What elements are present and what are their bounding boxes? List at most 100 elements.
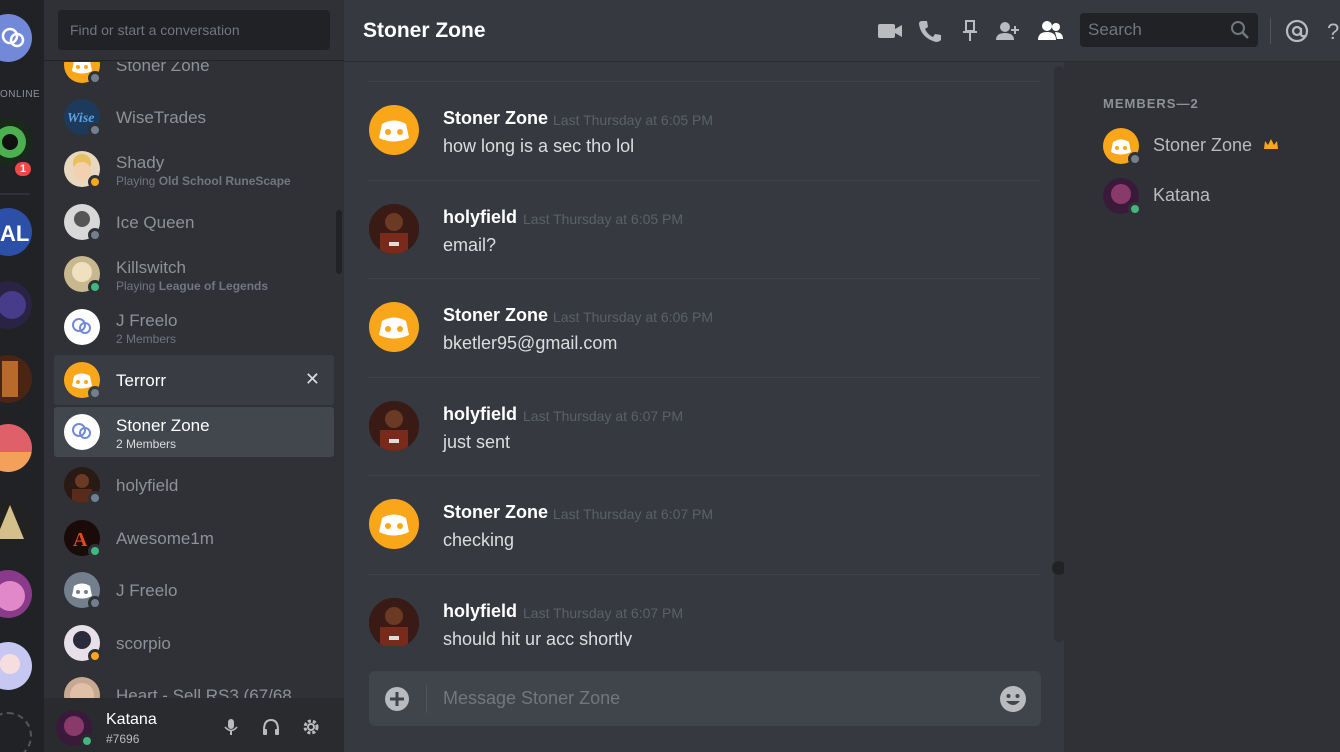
message-divider (368, 475, 1040, 476)
discord-default-avatar[interactable] (369, 499, 419, 549)
svg-text:A: A (73, 529, 88, 551)
avatar-art (369, 401, 419, 451)
search-input[interactable]: Search (1080, 13, 1258, 47)
message-author[interactable]: holyfield (443, 601, 517, 622)
user-avatar[interactable] (369, 598, 419, 646)
message-timestamp: Last Thursday at 6:05 PM (553, 112, 714, 128)
search-icon (1231, 21, 1249, 39)
voice-call-button[interactable] (917, 18, 943, 44)
close-dm-button[interactable]: ✕ (305, 370, 320, 388)
message-author[interactable]: Stoner Zone (443, 108, 548, 129)
add-friends-to-dm-button[interactable] (995, 18, 1021, 44)
add-server-button[interactable] (0, 712, 32, 752)
dm-member-count: 2 Members (116, 332, 177, 346)
emoji-picker-button[interactable] (999, 685, 1027, 713)
owner-crown-icon (1264, 139, 1278, 149)
dm-item[interactable]: Terrorr ✕ (54, 355, 334, 405)
user-avatar[interactable] (369, 401, 419, 451)
headphones-icon (263, 718, 279, 735)
dm-item[interactable]: Shady Playing Old School RuneScape (54, 144, 334, 194)
discord-logo-icon (379, 514, 409, 536)
server-icon-sunset[interactable] (0, 424, 32, 472)
activity-prefix: Playing (116, 279, 159, 293)
dm-member-count: 2 Members (116, 437, 177, 451)
server-art (0, 452, 32, 472)
message-author[interactable]: Stoner Zone (443, 502, 548, 523)
dm-item[interactable]: holyfield (54, 460, 334, 510)
message-divider (368, 574, 1040, 575)
username: Katana (106, 711, 157, 728)
user-avatar[interactable] (369, 204, 419, 254)
pinned-messages-button[interactable] (957, 18, 983, 44)
member-name: Stoner Zone (1153, 135, 1253, 155)
search-placeholder: Search (1088, 20, 1142, 39)
emoji-smile-icon (1000, 686, 1026, 712)
message-input[interactable]: Message Stoner Zone (443, 688, 620, 709)
help-button[interactable]: ? (1325, 18, 1340, 44)
headphones-button[interactable] (261, 717, 281, 737)
dm-item[interactable]: Killswitch Playing League of Legends (54, 249, 334, 299)
server-icon-warrior[interactable] (0, 355, 32, 403)
status-offline-indicator (1128, 152, 1142, 166)
message-author[interactable]: holyfield (443, 207, 517, 228)
dm-item[interactable]: Wise WiseTrades (54, 92, 334, 142)
microphone-button[interactable] (221, 717, 241, 737)
message-scrollbar-track[interactable] (1054, 66, 1064, 642)
member-list-toggle-button[interactable] (1036, 18, 1063, 44)
member-item[interactable]: Stoner Zone (1103, 126, 1333, 166)
dm-list-scrollbar[interactable] (336, 210, 342, 274)
dm-item[interactable]: A Awesome1m (54, 513, 334, 563)
dm-item[interactable]: scorpio (54, 618, 334, 668)
member-item[interactable]: Katana (1103, 176, 1333, 216)
discord-app: ONLINE 1 AL Find or start a conversation… (0, 0, 1340, 752)
discord-default-avatar[interactable] (369, 302, 419, 352)
user-settings-button[interactable] (301, 717, 321, 737)
status-idle-indicator (88, 649, 102, 663)
message-timestamp: Last Thursday at 6:06 PM (553, 309, 714, 325)
message-divider (368, 278, 1040, 279)
message-author[interactable]: Stoner Zone (443, 305, 548, 326)
dm-name: Heart - Sell RS3 (67/68 (116, 686, 292, 698)
discord-default-avatar[interactable] (369, 105, 419, 155)
server-icon-gnome[interactable] (0, 499, 32, 547)
composer-divider (426, 685, 427, 713)
phone-icon (919, 21, 941, 42)
mentions-button[interactable] (1284, 18, 1310, 44)
dm-group-item[interactable]: J Freelo 2 Members (54, 302, 334, 352)
dm-item[interactable]: Stoner Zone (54, 62, 334, 90)
chat-area: Stoner Zone Search ? Stoner Zone Last Th… (344, 0, 1340, 752)
dm-group-item-selected[interactable]: Stoner Zone 2 Members (54, 407, 334, 457)
server-icon-purple[interactable] (0, 281, 32, 329)
plus-circle-icon (385, 687, 409, 711)
members-heading: MEMBERS—2 (1103, 96, 1199, 111)
at-mention-icon (1285, 19, 1309, 43)
server-icon-pink[interactable] (0, 570, 32, 618)
group-dm-avatar (64, 309, 100, 345)
video-call-button[interactable] (877, 18, 903, 44)
dm-item[interactable]: J Freelo (54, 565, 334, 615)
server-icon-al[interactable]: AL (0, 208, 32, 256)
dm-item[interactable]: Heart - Sell RS3 (67/68 (54, 670, 334, 698)
upload-attachment-button[interactable] (384, 686, 410, 712)
message-timestamp: Last Thursday at 6:07 PM (553, 506, 714, 522)
dm-name: Stoner Zone (116, 62, 210, 75)
dm-name: WiseTrades (116, 108, 207, 127)
message-timestamp: Last Thursday at 6:07 PM (523, 408, 684, 424)
home-friends-button[interactable] (0, 14, 32, 62)
activity-prefix: Playing (116, 174, 159, 188)
server-icon-anime[interactable] (0, 642, 32, 690)
message-divider (368, 180, 1040, 181)
dm-item[interactable]: Ice Queen (54, 197, 334, 247)
find-conversation-input[interactable]: Find or start a conversation (58, 10, 330, 50)
activity-game: Old School RuneScape (158, 174, 291, 188)
message-content: email? (443, 235, 497, 255)
server-art (0, 581, 25, 611)
mention-badge: 1 (12, 159, 34, 179)
status-online-indicator (80, 734, 94, 748)
help-icon: ? (1327, 19, 1339, 44)
header-divider (1270, 18, 1271, 44)
message-author[interactable]: holyfield (443, 404, 517, 425)
message-content: checking (443, 530, 515, 550)
user-avatar (64, 677, 100, 698)
message-composer: Message Stoner Zone (369, 671, 1041, 726)
